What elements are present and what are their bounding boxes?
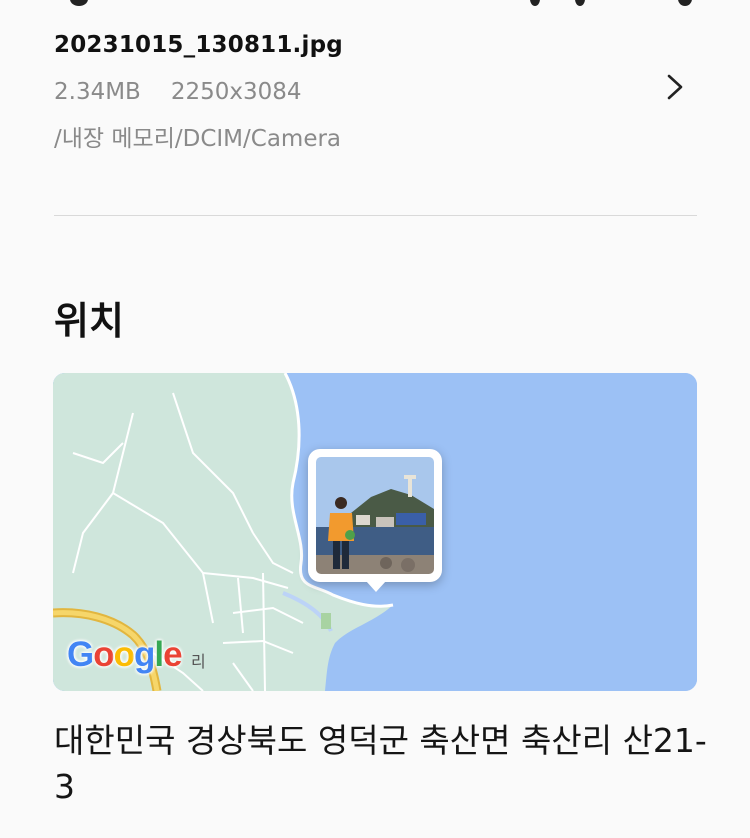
file-name: 20231015_130811.jpg [54, 32, 343, 58]
file-size: 2.34MB [54, 79, 141, 105]
file-meta: 2.34MB 2250x3084 [54, 79, 302, 105]
status-icon [678, 0, 692, 6]
file-resolution: 2250x3084 [170, 79, 302, 105]
location-section-title: 위치 [54, 299, 124, 343]
location-address: 대한민국 경상북도 영덕군 축산면 축산리 산21-3 [54, 721, 707, 806]
divider [54, 215, 697, 216]
chevron-right-icon[interactable] [660, 72, 690, 102]
photo-thumbnail-image [316, 457, 434, 574]
photo-thumbnail[interactable] [316, 457, 434, 574]
status-bar-fragment [0, 0, 750, 10]
file-path: /내장 메모리/DCIM/Camera [54, 126, 342, 152]
map-place-label: 리 [191, 652, 206, 671]
file-details-row[interactable]: 20231015_130811.jpg 2.34MB 2250x3084 /내장 … [0, 22, 750, 152]
status-icon [530, 0, 540, 6]
status-icon [70, 0, 88, 6]
google-logo: Google [67, 635, 183, 674]
location-map[interactable]: Google 리 [53, 373, 697, 691]
status-icon [575, 0, 585, 6]
photo-location-pin[interactable] [308, 449, 442, 592]
